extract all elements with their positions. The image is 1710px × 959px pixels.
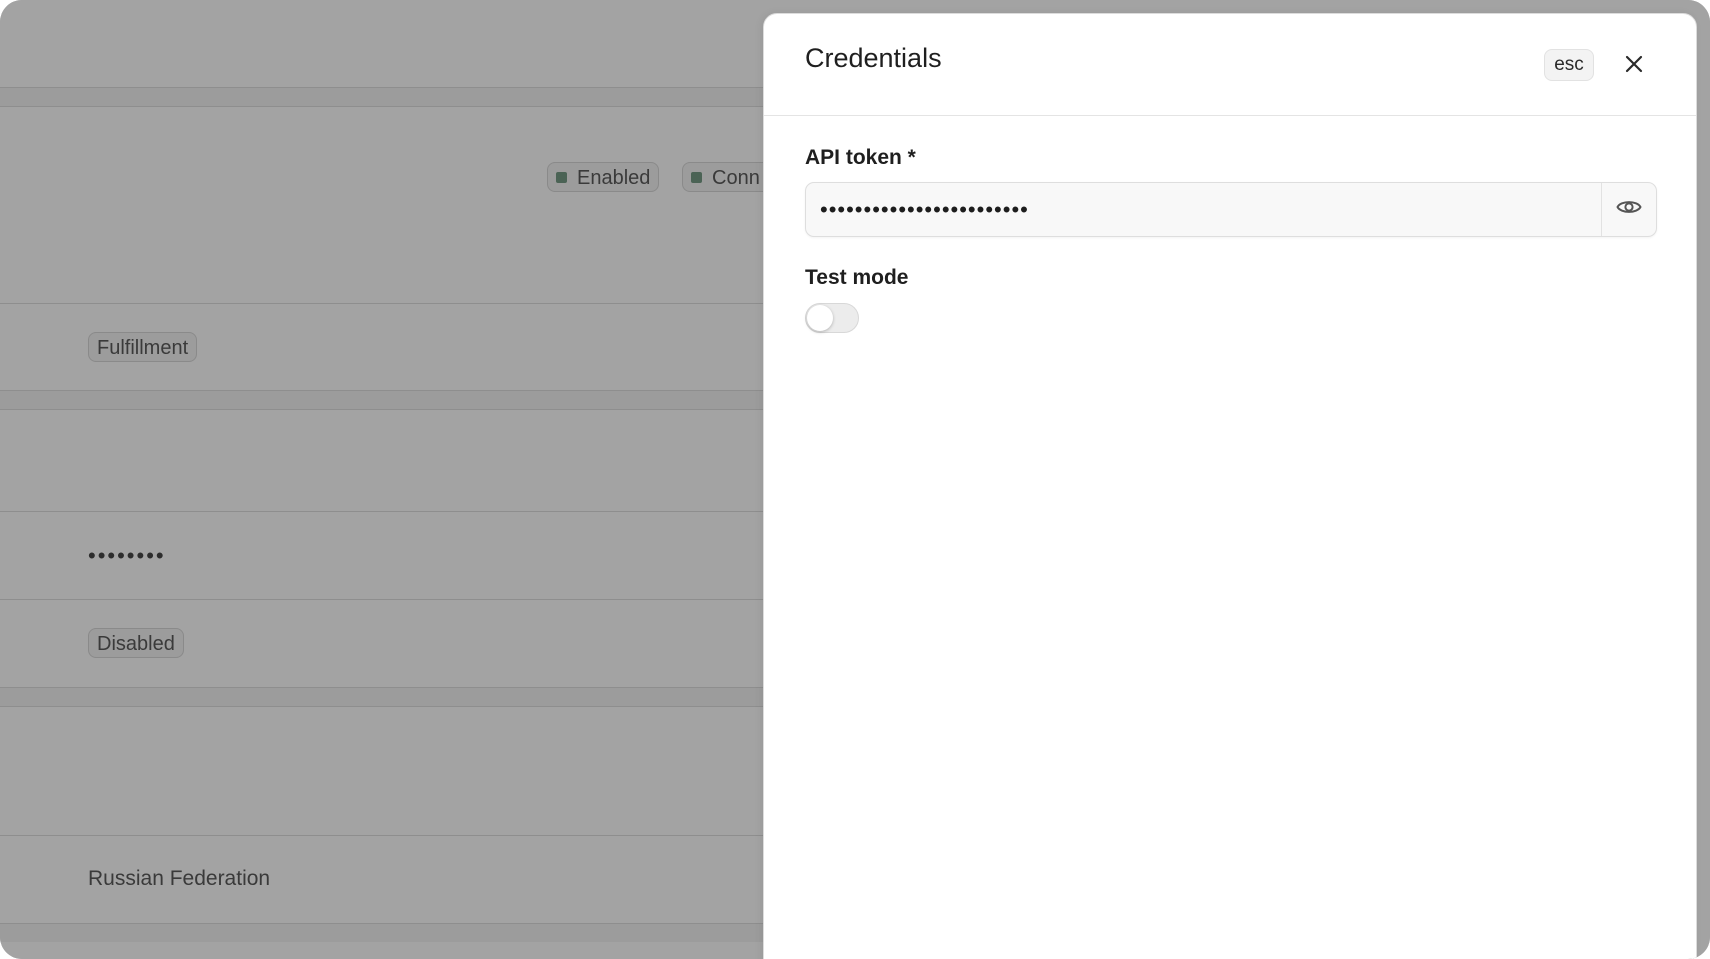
divider xyxy=(0,106,770,107)
divider xyxy=(0,511,770,512)
divider-band xyxy=(0,88,770,106)
divider xyxy=(0,835,770,836)
api-token-value[interactable]: •••••••••••••••••••••••• xyxy=(820,183,1029,236)
divider-band xyxy=(0,924,770,942)
api-token-label: API token * xyxy=(805,146,916,169)
status-tag-enabled: Enabled xyxy=(547,162,660,192)
tag-fulfillment: Fulfillment xyxy=(88,332,198,362)
tag-disabled: Disabled xyxy=(88,628,184,658)
divider xyxy=(0,409,770,410)
credentials-drawer: Credentials esc API token * ••••••••••••… xyxy=(763,13,1697,959)
reveal-token-button[interactable] xyxy=(1601,183,1656,236)
divider xyxy=(0,706,770,707)
eye-icon xyxy=(1616,198,1642,221)
close-button[interactable] xyxy=(1619,51,1649,81)
drawer-header: Credentials esc xyxy=(764,14,1696,116)
divider-band xyxy=(0,391,770,409)
status-tag-connected: Conn xyxy=(682,162,772,192)
esc-key-hint: esc xyxy=(1544,49,1594,81)
divider-band xyxy=(0,688,770,706)
country-value: Russian Federation xyxy=(88,867,271,890)
close-icon xyxy=(1624,54,1644,79)
api-token-input[interactable]: •••••••••••••••••••••••• xyxy=(805,182,1657,237)
test-mode-label: Test mode xyxy=(805,266,909,289)
divider xyxy=(0,599,770,600)
test-mode-toggle[interactable] xyxy=(805,303,859,333)
toggle-knob xyxy=(807,305,833,331)
divider xyxy=(0,303,770,304)
status-dot xyxy=(556,172,567,183)
masked-value: •••••••• xyxy=(88,543,166,568)
drawer-title: Credentials xyxy=(805,43,942,73)
status-dot xyxy=(691,172,702,183)
screen: Enabled Conn Fulfillment •••••••• Disabl… xyxy=(0,0,1710,959)
